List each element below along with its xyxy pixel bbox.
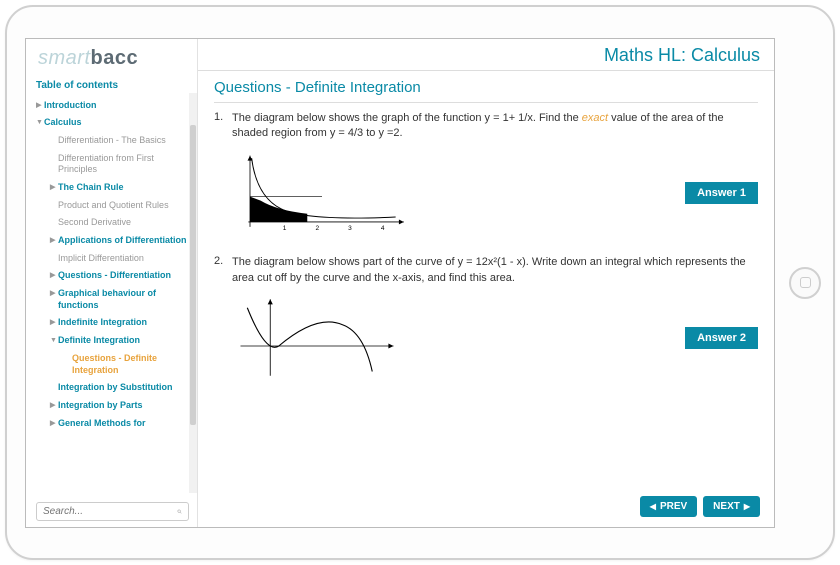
caret-right-icon: [50, 400, 58, 410]
sidebar-item-label: Integration by Substitution: [58, 382, 191, 394]
app-screen: smartbacc Table of contents Introduction…: [25, 38, 775, 528]
question-text: The diagram below shows the graph of the…: [232, 111, 758, 143]
caret-right-icon: [50, 288, 58, 298]
scrollbar-thumb[interactable]: [190, 125, 196, 425]
sidebar: smartbacc Table of contents Introduction…: [26, 39, 198, 527]
sidebar-item[interactable]: Indefinite Integration: [36, 314, 191, 332]
caret-right-icon: [50, 418, 58, 428]
sidebar-item[interactable]: Calculus: [36, 114, 191, 132]
caret-right-icon: [50, 270, 58, 280]
question-text: The diagram below shows part of the curv…: [232, 255, 758, 287]
sidebar-item-label: Definite Integration: [58, 335, 191, 347]
caret-spacer: [64, 353, 72, 354]
sidebar-item-label: Integration by Parts: [58, 400, 191, 412]
prev-button[interactable]: ◀ PREV: [640, 496, 697, 517]
q1-em: exact: [582, 112, 608, 124]
diagram-2: [232, 295, 402, 380]
question-1: 1. The diagram below shows the graph of …: [214, 111, 758, 236]
nav-row: ◀ PREV NEXT ▶: [640, 496, 760, 517]
sidebar-item[interactable]: Product and Quotient Rules: [36, 197, 191, 215]
caret-right-icon: [50, 182, 58, 192]
main-area: Maths HL: Calculus Questions - Definite …: [198, 39, 774, 527]
sidebar-item[interactable]: Applications of Differentiation: [36, 232, 191, 250]
next-label: NEXT: [713, 501, 740, 512]
sidebar-item[interactable]: Questions - Differentiation: [36, 267, 191, 285]
home-button[interactable]: [789, 267, 821, 299]
question-number: 2.: [214, 255, 232, 380]
svg-text:2: 2: [315, 226, 319, 233]
sidebar-item[interactable]: General Methods for: [36, 415, 191, 433]
sidebar-item-label: Graphical behaviour of functions: [58, 288, 191, 311]
sidebar-item-label: Second Derivative: [58, 217, 191, 229]
sidebar-item[interactable]: Introduction: [36, 97, 191, 115]
logo-part1: smart: [38, 47, 91, 69]
caret-right-icon: [36, 100, 44, 110]
diagram-1: 1 2 3 4: [232, 150, 412, 235]
sidebar-item-label: Applications of Differentiation: [58, 235, 191, 247]
sidebar-item-label: Implicit Differentiation: [58, 253, 191, 265]
sidebar-item[interactable]: Graphical behaviour of functions: [36, 285, 191, 314]
sidebar-item-label: The Chain Rule: [58, 182, 191, 194]
sidebar-item-label: Indefinite Integration: [58, 317, 191, 329]
home-button-icon: [800, 277, 811, 288]
sidebar-item-label: Calculus: [44, 117, 191, 129]
caret-spacer: [50, 200, 58, 201]
section-title: Questions - Definite Integration: [214, 79, 758, 103]
scrollbar[interactable]: [189, 93, 197, 493]
content: Questions - Definite Integration 1. The …: [198, 71, 774, 527]
caret-down-icon: [36, 117, 44, 127]
question-2: 2. The diagram below shows part of the c…: [214, 255, 758, 380]
sidebar-item[interactable]: Questions - Definite Integration: [36, 350, 191, 379]
logo-part2: bacc: [91, 47, 139, 69]
sidebar-item-label: Differentiation from First Principles: [58, 153, 191, 176]
page-title: Maths HL: Calculus: [198, 39, 774, 71]
sidebar-item-label: Questions - Differentiation: [58, 270, 191, 282]
sidebar-item[interactable]: Differentiation - The Basics: [36, 132, 191, 150]
caret-spacer: [50, 382, 58, 383]
q1-pre: The diagram below shows the graph of the…: [232, 112, 582, 124]
next-button[interactable]: NEXT ▶: [703, 496, 760, 517]
sidebar-item[interactable]: The Chain Rule: [36, 179, 191, 197]
question-number: 1.: [214, 111, 232, 236]
sidebar-item-label: Introduction: [44, 100, 191, 112]
caret-spacer: [50, 153, 58, 154]
caret-spacer: [50, 217, 58, 218]
sidebar-item[interactable]: Integration by Parts: [36, 397, 191, 415]
chevron-left-icon: ◀: [650, 502, 656, 511]
caret-spacer: [50, 135, 58, 136]
sidebar-item[interactable]: Definite Integration: [36, 332, 191, 350]
prev-label: PREV: [660, 501, 687, 512]
tablet-frame: smartbacc Table of contents Introduction…: [5, 5, 835, 560]
sidebar-item[interactable]: Integration by Substitution: [36, 379, 191, 397]
caret-right-icon: [50, 317, 58, 327]
sidebar-item-label: General Methods for: [58, 418, 191, 430]
caret-right-icon: [50, 235, 58, 245]
sidebar-item-label: Differentiation - The Basics: [58, 135, 191, 147]
search-icon: [177, 506, 182, 517]
q2-pre: The diagram below shows part of the curv…: [232, 256, 746, 284]
search-input[interactable]: [43, 506, 177, 517]
svg-text:3: 3: [348, 226, 352, 233]
sidebar-item[interactable]: Differentiation from First Principles: [36, 150, 191, 179]
svg-text:1: 1: [283, 226, 287, 233]
svg-text:4: 4: [381, 226, 385, 233]
logo: smartbacc: [36, 47, 197, 70]
chevron-right-icon: ▶: [744, 502, 750, 511]
caret-spacer: [50, 253, 58, 254]
toc-list[interactable]: Introduction Calculus Differentiation - Th…: [36, 97, 197, 498]
sidebar-item-label: Product and Quotient Rules: [58, 200, 191, 212]
sidebar-item[interactable]: Implicit Differentiation: [36, 250, 191, 268]
caret-down-icon: [50, 335, 58, 345]
answer-2-button[interactable]: Answer 2: [685, 327, 758, 349]
sidebar-item-label: Questions - Definite Integration: [72, 353, 191, 376]
toc-title: Table of contents: [36, 80, 197, 91]
answer-1-button[interactable]: Answer 1: [685, 182, 758, 204]
search-row[interactable]: [36, 502, 189, 521]
sidebar-item[interactable]: Second Derivative: [36, 214, 191, 232]
